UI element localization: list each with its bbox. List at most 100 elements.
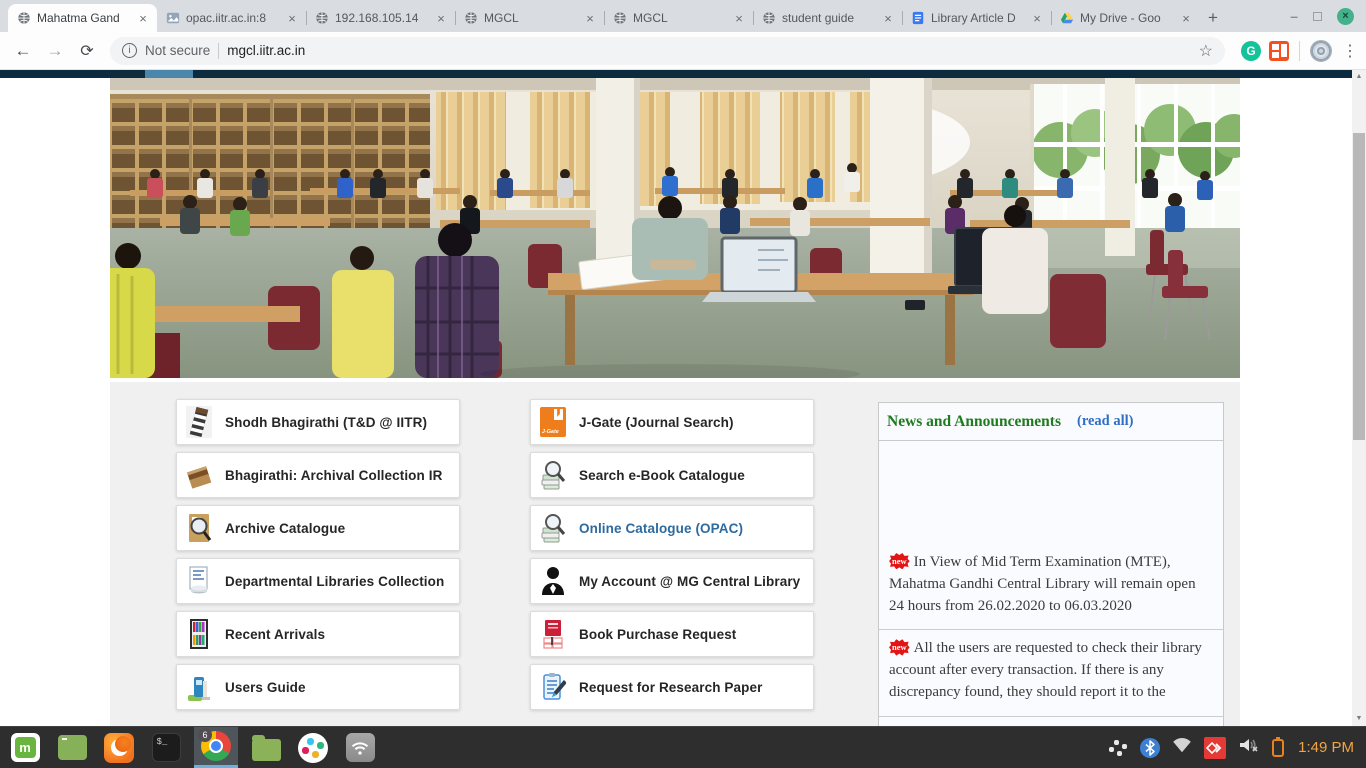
tab-mahatma-gandhi-library[interactable]: Mahatma Gand × xyxy=(8,4,157,32)
reload-button[interactable]: ⟳ xyxy=(72,41,102,61)
close-window-button[interactable]: × xyxy=(1337,8,1354,25)
tab-my-drive[interactable]: My Drive - Goo × xyxy=(1051,4,1200,32)
tab-opac[interactable]: opac.iitr.ac.in:8 × xyxy=(157,4,306,32)
link-archive-catalogue[interactable]: Archive Catalogue xyxy=(176,505,460,551)
tab-mgcl-2[interactable]: MGCL × xyxy=(604,4,753,32)
battery-icon[interactable] xyxy=(1272,739,1284,757)
minimize-button[interactable]: – xyxy=(1290,11,1298,21)
link-shodh-bhagirathi[interactable]: Shodh Bhagirathi (T&D @ IITR) xyxy=(176,399,460,445)
scrollbar-thumb[interactable] xyxy=(1353,133,1365,440)
mint-menu-button[interactable]: m xyxy=(6,727,44,768)
globe-icon xyxy=(613,11,627,25)
link-users-guide[interactable]: Users Guide xyxy=(176,664,460,710)
site-info-icon[interactable]: i xyxy=(122,43,137,58)
tab-close-icon[interactable]: × xyxy=(881,11,895,26)
tab-close-icon[interactable]: × xyxy=(1179,11,1193,26)
tab-close-icon[interactable]: × xyxy=(1030,11,1044,26)
globe-icon xyxy=(762,11,776,25)
tab-mgcl-1[interactable]: MGCL × xyxy=(455,4,604,32)
book-search-icon xyxy=(540,459,566,491)
link-label: My Account @ MG Central Library xyxy=(579,574,800,589)
library-photo xyxy=(110,78,1240,378)
taskbar-clock[interactable]: 1:49 PM xyxy=(1298,739,1354,756)
link-recent-arrivals[interactable]: Recent Arrivals xyxy=(176,611,460,657)
link-book-purchase-request[interactable]: Book Purchase Request xyxy=(530,611,814,657)
forward-button[interactable]: → xyxy=(40,41,70,61)
news-text: All the users are requested to check the… xyxy=(889,640,1202,700)
grammarly-extension-icon[interactable]: G xyxy=(1241,41,1261,61)
scroll-up-arrow[interactable]: ▲ xyxy=(1352,70,1366,84)
system-tray: 1:49 PM xyxy=(1108,736,1360,759)
tab-title: 192.168.105.14 xyxy=(335,11,428,25)
tab-student-guide[interactable]: student guide × xyxy=(753,4,902,32)
anydesk-tray-icon[interactable] xyxy=(1204,737,1226,759)
link-label: Search e-Book Catalogue xyxy=(579,468,745,483)
terminal-icon: $_ xyxy=(152,733,181,762)
chrome-launcher-active[interactable]: 6 xyxy=(194,727,238,768)
files-launcher[interactable] xyxy=(247,727,285,768)
slack-tray-icon[interactable] xyxy=(1108,738,1128,758)
url-text: mgcl.iitr.ac.in xyxy=(227,43,305,58)
security-label: Not secure xyxy=(145,43,210,58)
news-item: newAll the users are requested to check … xyxy=(879,629,1223,716)
tab-close-icon[interactable]: × xyxy=(285,11,299,26)
tab-title: Mahatma Gand xyxy=(37,11,130,25)
link-online-catalogue-opac[interactable]: Online Catalogue (OPAC) xyxy=(530,505,814,551)
tab-title: Library Article D xyxy=(931,11,1024,25)
link-search-ebook-catalogue[interactable]: Search e-Book Catalogue xyxy=(530,452,814,498)
wifi-tray-icon[interactable] xyxy=(1172,737,1192,758)
clipboard-pen-icon xyxy=(540,671,566,703)
thesis-stack-icon xyxy=(186,406,212,438)
slack-launcher[interactable] xyxy=(294,727,332,768)
show-desktop-button[interactable] xyxy=(53,727,91,768)
jgate-icon-text: J-Gate xyxy=(542,429,559,434)
book-search-icon xyxy=(540,512,566,544)
taskbar: m $_ 6 1:49 PM xyxy=(0,726,1366,768)
maximize-button[interactable] xyxy=(1313,12,1322,21)
terminal-launcher[interactable]: $_ xyxy=(147,727,185,768)
red-book-icon xyxy=(540,618,566,650)
extension-icon[interactable] xyxy=(1269,41,1289,61)
link-jgate[interactable]: J-Gate J-Gate (Journal Search) xyxy=(530,399,814,445)
tab-library-article[interactable]: Library Article D × xyxy=(902,4,1051,32)
quicklinks-middle-column: J-Gate J-Gate (Journal Search) Search e-… xyxy=(530,399,814,717)
link-departmental-libraries[interactable]: Departmental Libraries Collection xyxy=(176,558,460,604)
network-settings-launcher[interactable] xyxy=(341,727,379,768)
back-button[interactable]: ← xyxy=(8,41,38,61)
tab-title: opac.iitr.ac.in:8 xyxy=(186,11,279,25)
link-label: J-Gate (Journal Search) xyxy=(579,415,734,430)
scroll-down-arrow[interactable]: ▼ xyxy=(1352,712,1366,726)
address-bar[interactable]: i Not secure mgcl.iitr.ac.in ☆ xyxy=(110,37,1225,65)
link-request-research-paper[interactable]: Request for Research Paper xyxy=(530,664,814,710)
firefox-launcher[interactable] xyxy=(100,727,138,768)
browser-menu-icon[interactable]: ⋮ xyxy=(1342,41,1358,61)
link-label: Departmental Libraries Collection xyxy=(225,574,444,589)
tab-title: student guide xyxy=(782,11,875,25)
tab-close-icon[interactable]: × xyxy=(136,11,150,26)
bluetooth-icon[interactable] xyxy=(1140,738,1160,758)
tab-title: My Drive - Goo xyxy=(1080,11,1173,25)
tab-close-icon[interactable]: × xyxy=(434,11,448,26)
slack-icon xyxy=(298,733,328,763)
volume-muted-icon[interactable] xyxy=(1238,736,1260,759)
site-nav-bottom-edge xyxy=(0,70,1352,78)
profile-avatar[interactable] xyxy=(1310,40,1332,62)
image-icon xyxy=(166,11,180,25)
page-viewport: Shodh Bhagirathi (T&D @ IITR) Bhagirathi… xyxy=(0,70,1366,726)
read-all-link[interactable]: (read all) xyxy=(1077,413,1134,430)
link-bhagirathi-archival[interactable]: Bhagirathi: Archival Collection IR xyxy=(176,452,460,498)
toolbar-divider xyxy=(1299,41,1300,61)
guide-kiosk-icon xyxy=(186,671,212,703)
link-label: Bhagirathi: Archival Collection IR xyxy=(225,468,442,483)
tab-close-icon[interactable]: × xyxy=(583,11,597,26)
link-my-account[interactable]: My Account @ MG Central Library xyxy=(530,558,814,604)
desktop-icon xyxy=(58,735,87,760)
folder-icon xyxy=(252,739,281,761)
tab-close-icon[interactable]: × xyxy=(732,11,746,26)
new-tab-button[interactable]: + xyxy=(1200,5,1226,31)
link-label: Book Purchase Request xyxy=(579,627,736,642)
tab-ip-address[interactable]: 192.168.105.14 × xyxy=(306,4,455,32)
bookmark-star-icon[interactable]: ☆ xyxy=(1199,41,1213,61)
vertical-scrollbar[interactable]: ▲ ▼ xyxy=(1352,70,1366,726)
screen: Mahatma Gand × opac.iitr.ac.in:8 × 192.1… xyxy=(0,0,1366,768)
